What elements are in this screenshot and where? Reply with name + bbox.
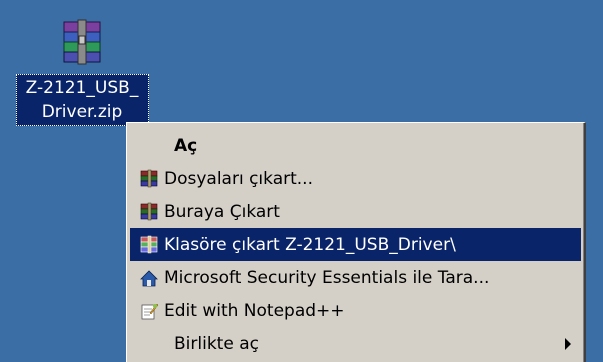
menu-item-label: Aç	[174, 135, 198, 156]
winrar-archive-icon	[54, 18, 110, 68]
menu-item-security-scan[interactable]: Microsoft Security Essentials ile Tara..…	[130, 261, 581, 294]
file-name-line1: Z-2121_USB_	[25, 78, 139, 98]
menu-item-label: Dosyaları çıkart...	[164, 168, 313, 189]
winrar-books-icon	[138, 234, 160, 256]
file-name-line2: Driver.zip	[41, 102, 123, 122]
menu-item-edit-notepad[interactable]: Edit with Notepad++	[130, 294, 581, 327]
security-essentials-icon	[138, 267, 160, 289]
menu-item-open-with[interactable]: Birlikte aç	[130, 327, 581, 360]
menu-item-label: Edit with Notepad++	[164, 300, 345, 321]
winrar-books-icon	[138, 201, 160, 223]
menu-item-extract-here[interactable]: Buraya Çıkart	[130, 195, 581, 228]
notepad-plus-plus-icon	[138, 300, 160, 322]
menu-item-open[interactable]: Aç	[130, 129, 581, 162]
submenu-arrow-icon	[565, 337, 571, 350]
menu-item-extract-files[interactable]: Dosyaları çıkart...	[130, 162, 581, 195]
menu-item-extract-to-folder[interactable]: Klasöre çıkart Z-2121_USB_Driver\	[130, 228, 581, 261]
menu-item-label: Microsoft Security Essentials ile Tara..…	[164, 267, 490, 288]
context-menu: Aç Dosyaları çıkart... Buraya Çıkart Kla…	[126, 122, 586, 362]
desktop-file-icon[interactable]: Z-2121_USB_ Driver.zip	[12, 18, 152, 126]
winrar-books-icon	[138, 168, 160, 190]
menu-item-label: Birlikte aç	[174, 333, 259, 354]
menu-item-label: Klasöre çıkart Z-2121_USB_Driver\	[164, 234, 456, 255]
file-name-label: Z-2121_USB_ Driver.zip	[15, 74, 149, 126]
menu-item-label: Buraya Çıkart	[164, 201, 280, 222]
